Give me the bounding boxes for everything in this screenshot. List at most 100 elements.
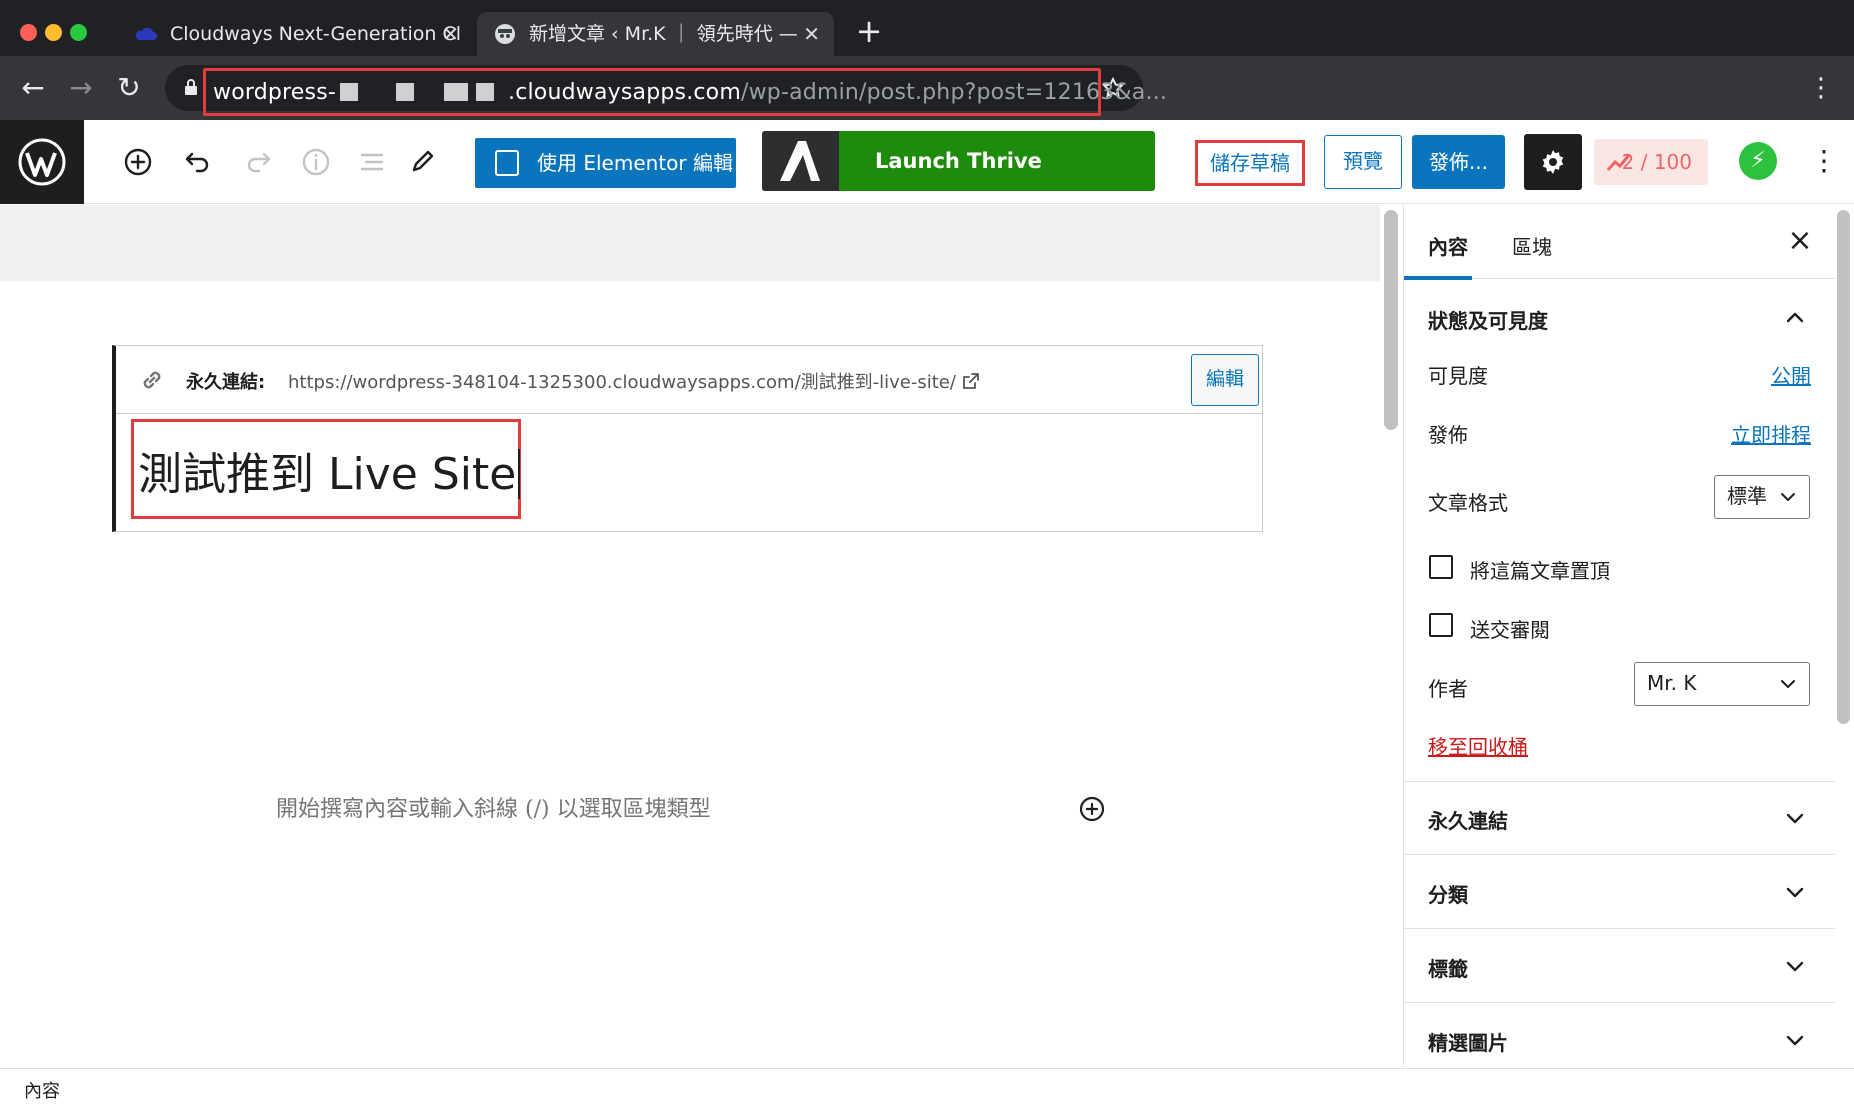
post-format-label: 文章格式 (1428, 491, 1508, 515)
panel-featured-image-heading[interactable]: 精選圖片 (1428, 1027, 1508, 1056)
close-sidebar-icon[interactable]: × (1782, 223, 1818, 259)
pending-review-label: 送交審閱 (1470, 618, 1550, 642)
editor-canvas: 永久連結: https://wordpress-348104-1325300.c… (0, 205, 1380, 1067)
add-block-inline-icon[interactable] (1078, 795, 1106, 823)
chevron-up-icon[interactable] (1782, 305, 1808, 331)
external-link-icon (963, 373, 979, 389)
tab-new-post[interactable]: 新增文章 ‹ Mr.K ｜ 領先時代 — ✕ (477, 12, 834, 56)
panel-divider (1404, 928, 1835, 929)
author-select[interactable]: Mr. K (1634, 662, 1810, 706)
tab-close-icon[interactable]: ✕ (442, 12, 459, 56)
wordpress-icon (18, 138, 66, 186)
author-value: Mr. K (1647, 671, 1697, 695)
url-text[interactable]: wordpress- .cloudwaysapps.com/wp-admin/po… (213, 80, 1167, 105)
more-options-icon[interactable]: ⋮ (1810, 144, 1838, 180)
info-icon[interactable] (298, 144, 334, 180)
settings-toggle-button[interactable] (1524, 134, 1582, 190)
spy-avatar-icon (495, 24, 515, 44)
publish-button[interactable]: 發佈... (1412, 135, 1505, 189)
panel-tags-heading[interactable]: 標籤 (1428, 953, 1468, 982)
permalink-url-text: https://wordpress-348104-1325300.cloudwa… (288, 372, 956, 393)
lock-icon (185, 79, 197, 95)
url-host-end: .cloudwaysapps.com (508, 80, 741, 105)
block-breadcrumb[interactable]: 內容 (24, 1077, 60, 1103)
new-tab-button[interactable]: + (852, 14, 886, 48)
wordpress-logo-button[interactable] (0, 120, 84, 204)
editor-toolbar: 使用 Elementor 編輯 Launch Thrive Architect … (0, 120, 1854, 233)
permalink-bar: 永久連結: https://wordpress-348104-1325300.c… (116, 346, 1262, 414)
save-draft-button[interactable]: 儲存草稿 (1195, 140, 1305, 186)
stick-to-top-checkbox[interactable] (1429, 555, 1453, 579)
cloud-icon (135, 27, 157, 40)
chevron-down-icon[interactable] (1782, 953, 1808, 979)
elementor-button-label: 使用 Elementor 編輯 (537, 151, 733, 175)
thrive-logo-icon (762, 131, 839, 191)
back-arrow-icon[interactable]: ← (14, 69, 52, 107)
tab-title: 新增文章 ‹ Mr.K ｜ 領先時代 — (529, 23, 798, 45)
panel-divider (1404, 781, 1835, 782)
visibility-value-link[interactable]: 公開 (1771, 360, 1811, 389)
post-title-text: 測試推到 Live Site (138, 449, 517, 500)
window-close-button[interactable] (20, 24, 37, 41)
edit-pencil-icon[interactable] (404, 144, 440, 180)
chevron-down-icon[interactable] (1782, 879, 1808, 905)
pending-review-checkbox[interactable] (1429, 613, 1453, 637)
chevron-down-icon (1781, 680, 1795, 688)
redo-icon[interactable] (240, 144, 276, 180)
move-to-trash-link[interactable]: 移至回收桶 (1428, 731, 1528, 760)
text-caret (518, 449, 521, 499)
editor-scrollbar[interactable] (1384, 210, 1398, 430)
panel-categories-heading[interactable]: 分類 (1428, 879, 1468, 908)
redaction-block (476, 83, 494, 101)
seo-score-counter[interactable]: 2 / 100 (1594, 139, 1708, 185)
visibility-label: 可見度 (1428, 364, 1488, 388)
redaction-block (396, 83, 414, 101)
redaction-block (444, 83, 468, 101)
counter-value: 2 / 100 (1621, 150, 1692, 174)
tab-block[interactable]: 區塊 (1512, 231, 1552, 260)
permalink-label: 永久連結: (186, 372, 266, 393)
undo-icon[interactable] (180, 144, 216, 180)
tab-close-icon[interactable]: ✕ (803, 12, 820, 56)
launch-thrive-architect-button[interactable]: Launch Thrive Architect (762, 131, 1155, 233)
add-block-icon[interactable] (120, 144, 156, 180)
edit-with-elementor-button[interactable]: 使用 Elementor 編輯 (475, 138, 736, 188)
panel-divider (1404, 854, 1835, 855)
browser-tab-bar: Cloudways Next-Generation Cl ✕ 新增文章 ‹ Mr… (0, 0, 1854, 56)
stick-to-top-label: 將這篇文章置頂 (1470, 559, 1610, 583)
link-icon (143, 371, 161, 389)
gear-icon (1542, 150, 1564, 174)
post-format-select[interactable]: 標準 (1714, 475, 1810, 519)
author-label: 作者 (1428, 677, 1468, 701)
chevron-down-icon (1781, 493, 1795, 501)
block-placeholder[interactable]: 開始撰寫內容或輸入斜線 (/) 以選取區塊類型 (276, 791, 711, 823)
preview-button[interactable]: 預覽 (1324, 135, 1402, 189)
redaction-block (340, 83, 358, 101)
editor-footer: 內容 (0, 1068, 1854, 1106)
status-visibility-heading[interactable]: 狀態及可見度 (1428, 305, 1548, 334)
reload-icon[interactable]: ↻ (110, 69, 148, 107)
list-view-icon[interactable] (354, 144, 390, 180)
sidebar-scrollbar[interactable] (1837, 210, 1850, 724)
panel-permalink-heading[interactable]: 永久連結 (1428, 805, 1508, 834)
url-path: /wp-admin/post.php?post=12163&a... (740, 80, 1168, 105)
active-tab-indicator (1404, 276, 1472, 280)
window-minimize-button[interactable] (45, 24, 62, 41)
post-title-input[interactable]: 測試推到 Live Site (138, 438, 521, 502)
elementor-icon (495, 150, 519, 176)
chevron-down-icon[interactable] (1782, 805, 1808, 831)
forward-arrow-icon[interactable]: → (62, 69, 100, 107)
tab-cloudways[interactable]: Cloudways Next-Generation Cl ✕ (118, 12, 473, 56)
settings-sidebar: 內容 區塊 × 狀態及可見度 可見度 公開 發佈 立即排程 文章格式 標準 將這… (1403, 205, 1835, 1067)
chevron-down-icon[interactable] (1782, 1027, 1808, 1053)
publish-schedule-link[interactable]: 立即排程 (1731, 419, 1811, 448)
publish-label: 發佈 (1428, 423, 1468, 447)
window-maximize-button[interactable] (70, 24, 87, 41)
tab-document[interactable]: 內容 (1428, 231, 1468, 260)
browser-menu-icon[interactable]: ⋮ (1802, 69, 1840, 107)
permalink-url-link[interactable]: https://wordpress-348104-1325300.cloudwa… (288, 368, 980, 394)
lightning-bolt-icon[interactable]: ⚡ (1739, 142, 1777, 180)
sidebar-tabs: 內容 區塊 × (1404, 205, 1835, 280)
permalink-edit-button[interactable]: 編輯 (1191, 354, 1259, 406)
panel-divider (1404, 1002, 1835, 1003)
